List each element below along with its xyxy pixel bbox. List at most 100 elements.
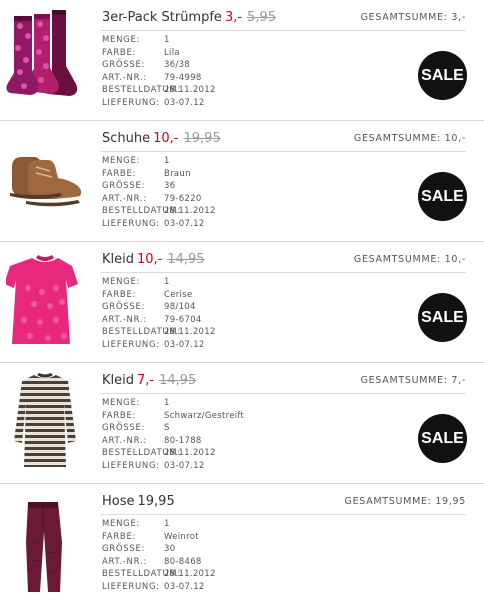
- quantity-label: MENGE:: [102, 156, 141, 166]
- delivery-value: 03-07.12: [164, 218, 205, 229]
- color-label: FARBE:: [102, 47, 137, 58]
- product-title[interactable]: Kleid 10,- 14,95: [102, 252, 205, 267]
- order-item: Schuhe 10,- 19,95 GESAMTSUMME: 10,- MENGE:…: [0, 121, 484, 242]
- order-date-value: 28.11.2012: [164, 327, 216, 338]
- article-number-value: 80-1788: [164, 435, 202, 446]
- size-value: S: [164, 423, 170, 434]
- product-name[interactable]: Kleid: [102, 373, 134, 388]
- delivery-label: LIEFERUNG:: [102, 581, 160, 592]
- size-label: GRÖSSE:: [102, 544, 146, 555]
- size-value: 30: [164, 544, 176, 555]
- delivery-value: 03-07.12: [164, 460, 205, 471]
- order-date-label: BESTELLDATUM:: [102, 85, 181, 96]
- product-title[interactable]: Schuhe 10,- 19,95: [102, 131, 221, 146]
- quantity-label: MENGE:: [102, 277, 141, 287]
- article-number-value: 80-8468: [164, 556, 202, 567]
- article-number-label: ART.-NR.:: [102, 435, 147, 446]
- delivery-value: 03-07.12: [164, 339, 205, 350]
- color-label: FARBE:: [102, 168, 137, 179]
- article-number-label: ART.-NR.:: [102, 314, 147, 325]
- item-details: MENGE: 1 FARBE: Braun GRÖSSE: 36 ART.-NR.: 7…: [102, 155, 216, 231]
- line-total: GESAMTSUMME: 7,-: [360, 375, 466, 386]
- color-value: Schwarz/Gestreift: [164, 410, 245, 421]
- color-label: FARBE:: [102, 410, 137, 421]
- line-total: GESAMTSUMME: 10,-: [353, 133, 466, 144]
- item-details: MENGE: 1 FARBE: Schwarz/Gestreift GRÖSSE: S…: [102, 397, 244, 473]
- article-number-label: ART.-NR.:: [102, 556, 147, 567]
- quantity-value: 1: [164, 519, 170, 529]
- price: 19,95: [137, 494, 175, 509]
- size-label: GRÖSSE:: [102, 423, 146, 434]
- trousers-icon[interactable]: [6, 490, 84, 594]
- color-value: Weinrot: [164, 531, 199, 542]
- sale-badge: SALE: [418, 51, 467, 100]
- socks-icon[interactable]: [6, 6, 84, 110]
- line-total: GESAMTSUMME: 10,-: [353, 254, 466, 265]
- order-date-label: BESTELLDATUM:: [102, 327, 181, 338]
- size-label: GRÖSSE:: [102, 302, 146, 313]
- order-item: 3er-Pack Strümpfe 3,- 5,95 GESAMTSUMME: 3,…: [0, 0, 484, 121]
- delivery-label: LIEFERUNG:: [102, 339, 160, 350]
- quantity-label: MENGE:: [102, 519, 141, 529]
- sale-price: 7,-: [137, 373, 155, 388]
- product-title[interactable]: 3er-Pack Strümpfe 3,- 5,95: [102, 10, 276, 25]
- old-price: 5,95: [247, 10, 276, 25]
- old-price: 19,95: [183, 131, 221, 146]
- order-date-value: 28.11.2012: [164, 85, 216, 96]
- quantity-value: 1: [164, 398, 170, 408]
- article-number-value: 79-4998: [164, 72, 202, 83]
- sale-price: 10,-: [153, 131, 179, 146]
- product-name[interactable]: Hose: [102, 494, 135, 509]
- order-date-label: BESTELLDATUM:: [102, 206, 181, 217]
- size-value: 36/38: [164, 60, 190, 71]
- order-list: 3er-Pack Strümpfe 3,- 5,95 GESAMTSUMME: 3,…: [0, 0, 484, 604]
- divider: [100, 272, 466, 273]
- color-value: Lila: [164, 47, 180, 58]
- color-label: FARBE:: [102, 289, 137, 300]
- sale-badge: SALE: [418, 414, 467, 463]
- quantity-value: 1: [164, 277, 170, 287]
- old-price: 14,95: [167, 252, 205, 267]
- article-number-value: 79-6704: [164, 314, 202, 325]
- product-title[interactable]: Hose 19,95: [102, 494, 175, 509]
- product-title[interactable]: Kleid 7,- 14,95: [102, 373, 196, 388]
- product-name[interactable]: 3er-Pack Strümpfe: [102, 10, 222, 25]
- dress-icon[interactable]: [6, 248, 84, 352]
- order-date-value: 28.11.2012: [164, 448, 216, 459]
- size-value: 98/104: [164, 302, 196, 313]
- item-details: MENGE: 1 FARBE: Weinrot GRÖSSE: 30 ART.-NR.…: [102, 518, 216, 594]
- order-date-value: 28.11.2012: [164, 206, 216, 217]
- sale-badge: SALE: [418, 172, 467, 221]
- line-total: GESAMTSUMME: 19,95: [344, 496, 466, 507]
- order-item: Kleid 7,- 14,95 GESAMTSUMME: 7,- MENGE: 1 F…: [0, 363, 484, 484]
- quantity-label: MENGE:: [102, 35, 141, 45]
- size-value: 36: [164, 181, 176, 192]
- striped-dress-icon[interactable]: [6, 369, 84, 473]
- line-total: GESAMTSUMME: 3,-: [360, 12, 466, 23]
- article-number-label: ART.-NR.:: [102, 193, 147, 204]
- article-number-label: ART.-NR.:: [102, 72, 147, 83]
- order-item: Hose 19,95 GESAMTSUMME: 19,95 MENGE: 1 FAR…: [0, 484, 484, 605]
- divider: [100, 30, 466, 31]
- product-name[interactable]: Schuhe: [102, 131, 150, 146]
- delivery-label: LIEFERUNG:: [102, 97, 160, 108]
- sale-badge: SALE: [418, 293, 467, 342]
- product-name[interactable]: Kleid: [102, 252, 134, 267]
- delivery-label: LIEFERUNG:: [102, 460, 160, 471]
- item-details: MENGE: 1 FARBE: Lila GRÖSSE: 36/38 ART.-NR.…: [102, 34, 216, 110]
- sale-price: 3,-: [224, 10, 243, 25]
- old-price: 14,95: [159, 373, 197, 388]
- item-details: MENGE: 1 FARBE: Cerise GRÖSSE: 98/104 ART.-…: [102, 276, 216, 352]
- order-date-value: 28.11.2012: [164, 569, 216, 580]
- quantity-label: MENGE:: [102, 398, 141, 408]
- divider: [100, 393, 466, 394]
- shoes-icon[interactable]: [6, 127, 84, 231]
- color-value: Braun: [164, 168, 191, 179]
- divider: [100, 514, 466, 515]
- order-date-label: BESTELLDATUM:: [102, 448, 181, 459]
- quantity-value: 1: [164, 156, 170, 166]
- sale-price: 10,-: [137, 252, 163, 267]
- article-number-value: 79-6220: [164, 193, 202, 204]
- divider: [100, 151, 466, 152]
- delivery-value: 03-07.12: [164, 581, 205, 592]
